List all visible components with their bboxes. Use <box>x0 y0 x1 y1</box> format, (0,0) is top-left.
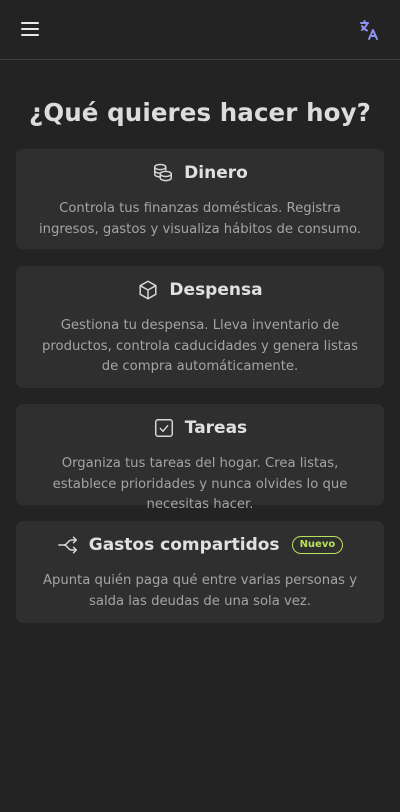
card-header: Despensa <box>16 279 384 301</box>
card-tareas[interactable]: Tareas Organiza tus tareas del hogar. Cr… <box>16 404 384 512</box>
page-title: ¿Qué quieres hacer hoy? <box>29 98 371 127</box>
top-bar <box>0 0 400 60</box>
card-title: Despensa <box>169 280 263 300</box>
split-arrows-icon <box>57 534 79 556</box>
card-title: Tareas <box>184 418 248 438</box>
card-header: Dinero <box>16 162 384 184</box>
translate-icon[interactable] <box>357 18 381 42</box>
coins-icon <box>152 162 174 184</box>
card-description: Organiza tus tareas del hogar. Crea list… <box>52 456 348 512</box>
card-description: Gestiona tu despensa. Lleva inventario d… <box>42 318 358 374</box>
card-header: Tareas <box>16 417 384 439</box>
card-description: Apunta quién paga qué entre varias perso… <box>42 573 358 609</box>
checkbox-icon <box>153 417 175 439</box>
card-despensa[interactable]: Despensa Gestiona tu despensa. Lleva inv… <box>16 266 384 388</box>
card-dinero[interactable]: Dinero Controla tus finanzas domésticas.… <box>16 149 384 249</box>
card-header: Gastos compartidos Nuevo <box>16 534 384 556</box>
card-gastos-compartidos[interactable]: Gastos compartidos Nuevo Apunta quién pa… <box>16 521 384 623</box>
card-title: Gastos compartidos <box>88 535 280 555</box>
hamburger-menu-icon[interactable] <box>18 18 42 40</box>
card-title: Dinero <box>184 163 248 183</box>
box-icon <box>137 279 159 301</box>
card-description: Controla tus finanzas domésticas. Regist… <box>39 201 361 237</box>
new-badge: Nuevo <box>291 536 344 554</box>
